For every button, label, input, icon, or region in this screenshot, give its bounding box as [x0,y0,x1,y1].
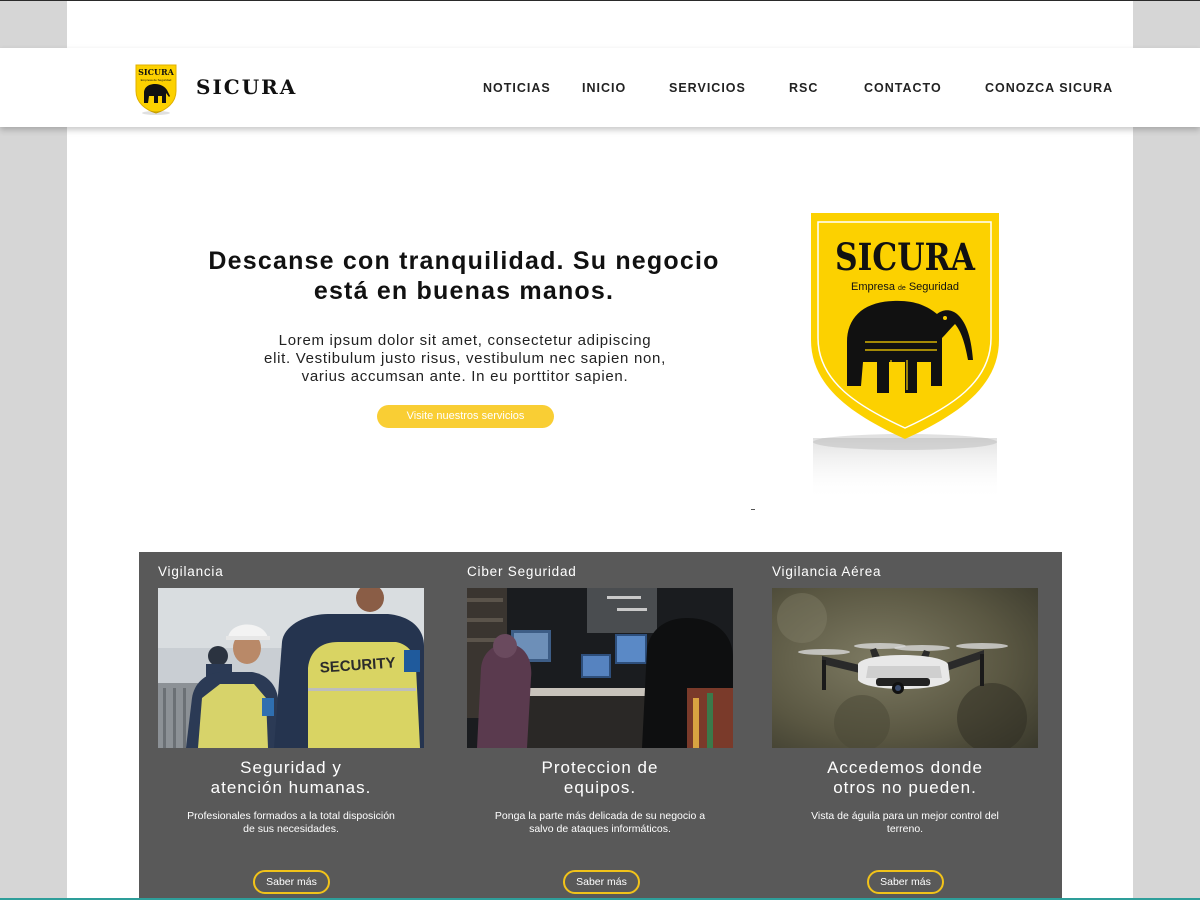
nav-logo-subtext: Empresa de Seguridad [141,78,172,82]
drone-image[interactable] [772,588,1038,748]
service-desc-line-2: salvo de ataques informáticos. [529,823,671,835]
shield-subtitle-1: Empresa [851,281,896,293]
nav-item-noticias[interactable]: NOTICIAS [483,81,551,95]
service-title-vigilancia: Vigilancia [158,564,224,579]
sicura-logo-icon[interactable]: SICURA Empresa de Seguridad [135,63,177,115]
hero-title: Descanse con tranquilidad. Su negocio es… [160,246,768,306]
service-heading-vigilancia: Seguridad y atención humanas. [158,758,424,798]
service-desc-vigilancia-aerea: Vista de águila para un mejor control de… [772,810,1038,836]
decorative-dash [751,509,755,510]
service-heading-ciber-seguridad: Proteccion de equipos. [467,758,733,798]
services-section: Vigilancia SECURITY Seguridad y atención… [139,552,1062,900]
hero-title-line-1: Descanse con tranquilidad. Su negocio [208,247,720,275]
nav-item-conozca-sicura[interactable]: CONOZCA SICURA [985,81,1113,95]
hero-text-line-2: elit. Vestibulum justo risus, vestibulum… [264,350,666,367]
visit-services-button[interactable]: Visite nuestros servicios [377,405,554,428]
cyber-security-office-image[interactable] [467,588,733,748]
saber-mas-button-vigilancia-aerea[interactable]: Saber más [867,870,944,894]
service-desc-line-2: terreno. [886,823,924,835]
hero-text-line-1: Lorem ipsum dolor sit amet, consectetur … [278,332,652,349]
saber-mas-button-vigilancia[interactable]: Saber más [253,870,330,894]
hero-text: Lorem ipsum dolor sit amet, consectetur … [220,332,710,386]
service-heading-line-2: equipos. [563,778,637,797]
saber-mas-button-ciber-seguridad[interactable]: Saber más [563,870,640,894]
shield-title: SICURA [835,235,976,279]
service-desc-vigilancia: Profesionales formados a la total dispos… [158,810,424,836]
brand-name[interactable]: SICURA [196,75,297,99]
service-heading-line-2: otros no pueden. [833,778,977,797]
shield-subtitle-2: de [898,285,906,292]
hero-text-line-3: varius accumsan ante. In eu porttitor sa… [301,368,629,385]
shield-subtitle-3: Seguridad [909,281,959,293]
hero-title-line-2: está en buenas manos. [313,277,615,305]
service-heading-line-1: Proteccion de [541,758,659,777]
service-title-ciber-seguridad: Ciber Seguridad [467,564,577,579]
security-guards-image[interactable]: SECURITY [158,588,424,748]
nav-logo-text: SICURA [138,67,175,77]
navbar: SICURA Empresa de Seguridad SICURA NOTIC… [0,48,1200,127]
service-desc-ciber-seguridad: Ponga la parte más delicada de su negoci… [467,810,733,836]
nav-item-contacto[interactable]: CONTACTO [864,81,942,95]
service-heading-line-2: atención humanas. [210,778,372,797]
nav-item-inicio[interactable]: INICIO [582,81,626,95]
nav-item-rsc[interactable]: RSC [789,81,818,95]
service-title-vigilancia-aerea: Vigilancia Aérea [772,564,882,579]
service-heading-vigilancia-aerea: Accedemos donde otros no pueden. [772,758,1038,798]
service-desc-line-1: Ponga la parte más delicada de su negoci… [494,810,706,822]
service-heading-line-1: Accedemos donde [827,758,983,777]
service-heading-line-1: Seguridad y [240,758,342,777]
hero-shield-logo: SICURA Empresa de Seguridad [811,213,999,500]
service-desc-line-2: de sus necesidades. [243,823,339,835]
service-desc-line-1: Profesionales formados a la total dispos… [187,810,395,822]
nav-item-servicios[interactable]: SERVICIOS [669,81,746,95]
service-desc-line-1: Vista de águila para un mejor control de… [811,810,999,822]
